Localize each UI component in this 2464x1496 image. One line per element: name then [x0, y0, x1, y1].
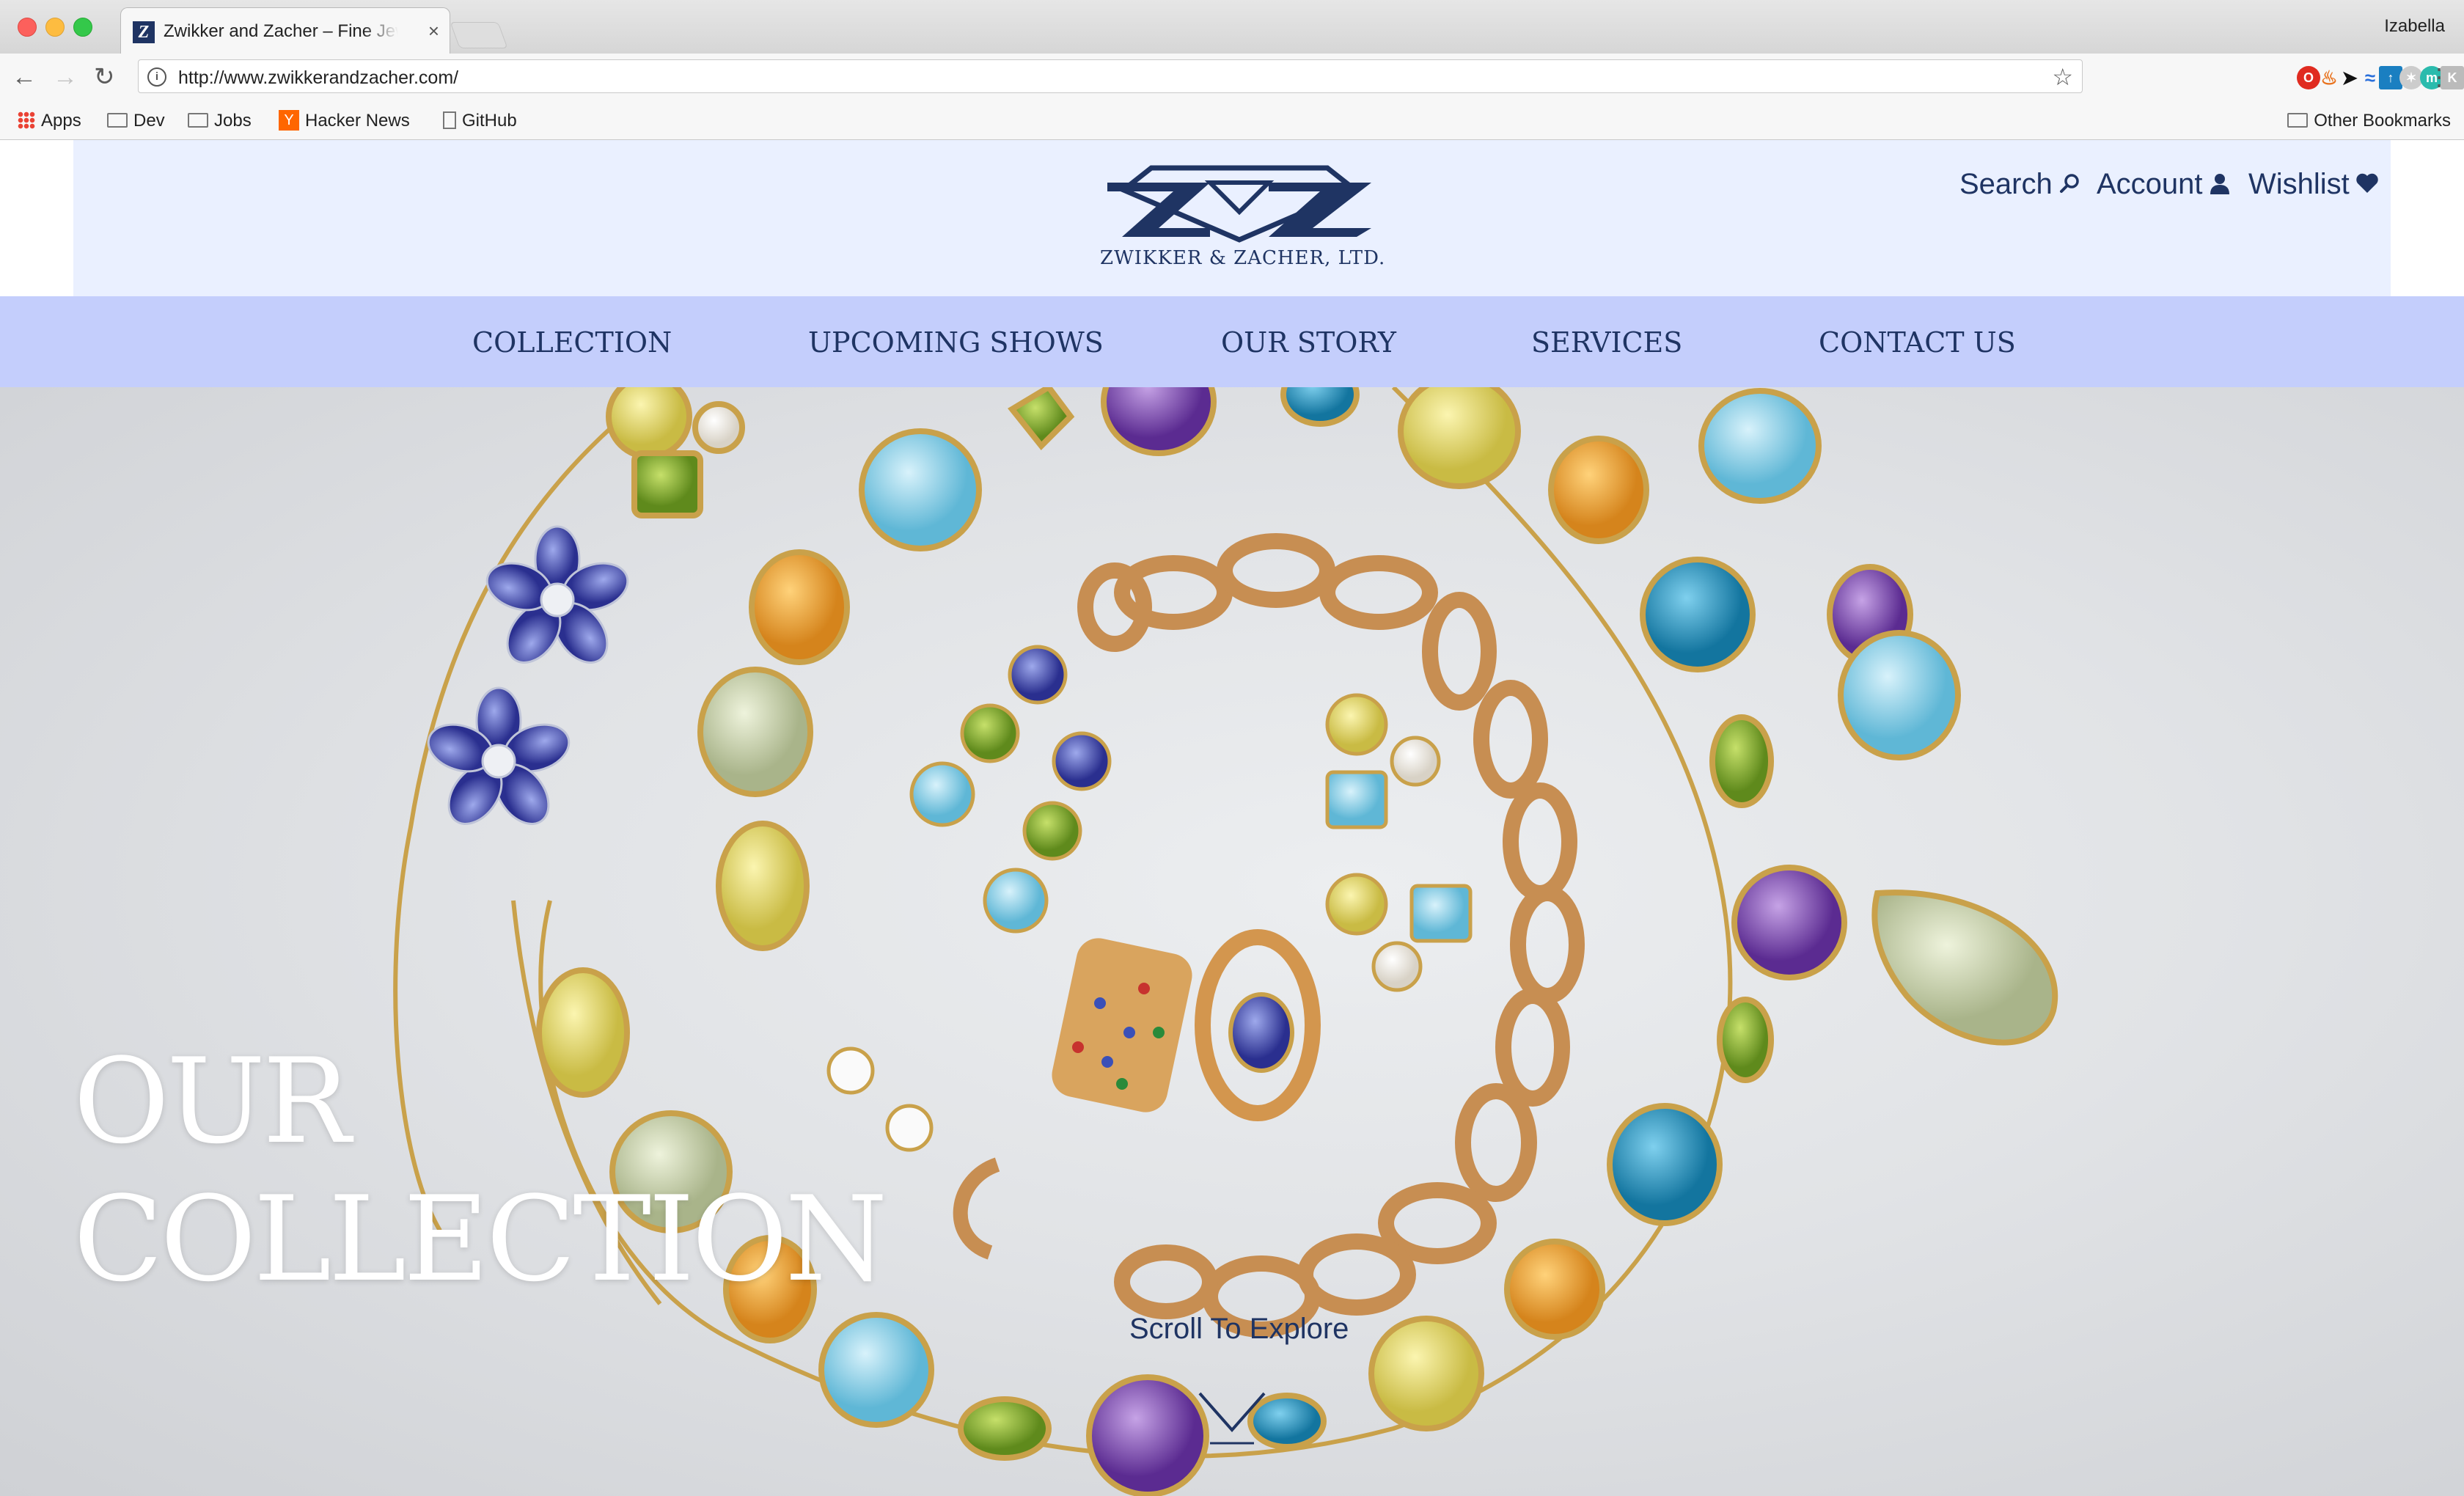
account-link[interactable]: Account	[2097, 166, 2231, 202]
bookmark-jobs[interactable]: Jobs	[188, 109, 252, 133]
search-link[interactable]: Search	[1959, 166, 2080, 202]
nav-collection[interactable]: COLLECTION	[472, 326, 672, 359]
folder-icon	[2287, 112, 2309, 128]
apps-grid-icon	[18, 111, 35, 129]
hero-banner: OUR COLLECTION Scroll To Explore	[0, 387, 2464, 1496]
tab-close-icon[interactable]: ×	[428, 20, 439, 43]
bookmark-apps[interactable]: Apps	[18, 109, 81, 133]
profile-name[interactable]: Izabella	[2384, 16, 2445, 37]
site-header: ZWIKKER & ZACHER, LTD. Search Account Wi…	[73, 140, 2391, 296]
browser-menu-icon[interactable]: ⋮	[2427, 62, 2451, 92]
back-arrow-icon[interactable]: ←	[12, 62, 37, 92]
reload-icon[interactable]: ↻	[94, 62, 115, 92]
page-icon	[443, 111, 456, 129]
bookmark-label: Hacker News	[305, 111, 410, 131]
brand-logo[interactable]: ZWIKKER & ZACHER, LTD.	[1100, 161, 1386, 271]
brand-wordmark: ZWIKKER & ZACHER, LTD.	[1100, 247, 1386, 269]
bookmark-label: Dev	[133, 111, 165, 131]
bookmark-star-icon[interactable]: ☆	[2052, 63, 2073, 91]
minimize-window-button[interactable]	[45, 18, 65, 37]
hero-title-line1: OUR	[73, 1033, 351, 1170]
chevron-down-icon[interactable]	[1197, 1389, 1267, 1448]
nav-our-story[interactable]: OUR STORY	[1221, 326, 1396, 359]
browser-tab-active[interactable]: Z Zwikker and Zacher – Fine Jewelry ×	[120, 7, 450, 54]
bookmarks-bar: Apps Dev Jobs Y Hacker News GitHub Other …	[0, 102, 2464, 140]
user-icon	[2210, 174, 2229, 195]
hero-title: OUR COLLECTION	[73, 1033, 887, 1308]
wishlist-link[interactable]: Wishlist	[2248, 166, 2379, 202]
zoom-window-button[interactable]	[73, 18, 92, 37]
bookmark-other[interactable]: Other Bookmarks	[2287, 109, 2451, 133]
bookmark-hacker-news[interactable]: Y Hacker News	[279, 109, 410, 133]
main-navigation: COLLECTION UPCOMING SHOWS OUR STORY SERV…	[0, 296, 2464, 387]
url-text[interactable]: http://www.zwikkerandzacher.com/	[178, 67, 458, 89]
nav-services[interactable]: SERVICES	[1531, 326, 1682, 359]
bookmark-label: Jobs	[214, 111, 252, 131]
account-label: Account	[2097, 168, 2203, 200]
hero-title-line2: COLLECTION	[73, 1170, 887, 1308]
browser-titlebar: Z Zwikker and Zacher – Fine Jewelry × Iz…	[0, 0, 2464, 54]
folder-icon	[188, 112, 208, 128]
heart-icon	[2356, 174, 2378, 194]
site-info-icon[interactable]: i	[147, 67, 166, 87]
close-window-button[interactable]	[18, 18, 37, 37]
bookmark-label: Apps	[41, 111, 81, 131]
scroll-to-explore[interactable]: Scroll To Explore	[1129, 1313, 1349, 1346]
folder-icon	[107, 112, 128, 128]
tab-title: Zwikker and Zacher – Fine Jewelry	[164, 21, 398, 41]
forward-arrow-icon[interactable]: →	[53, 62, 78, 92]
zz-diamond-logo-icon	[1107, 165, 1371, 243]
new-tab-button[interactable]	[450, 22, 508, 48]
hacker-news-icon: Y	[279, 109, 299, 131]
search-icon	[2059, 174, 2079, 194]
bookmark-github[interactable]: GitHub	[443, 109, 517, 133]
search-label: Search	[1959, 168, 2053, 200]
nav-upcoming-shows[interactable]: UPCOMING SHOWS	[808, 326, 1104, 359]
browser-toolbar: ← → ↻ i http://www.zwikkerandzacher.com/…	[0, 54, 2464, 102]
bookmark-label: GitHub	[462, 111, 517, 131]
nav-contact-us[interactable]: CONTACT US	[1819, 326, 2016, 359]
site-favicon-icon: Z	[133, 21, 155, 43]
bookmark-label: Other Bookmarks	[2314, 111, 2451, 131]
bookmark-dev[interactable]: Dev	[107, 109, 165, 133]
wishlist-label: Wishlist	[2248, 168, 2350, 200]
address-bar[interactable]: i http://www.zwikkerandzacher.com/ ☆	[138, 59, 2083, 93]
